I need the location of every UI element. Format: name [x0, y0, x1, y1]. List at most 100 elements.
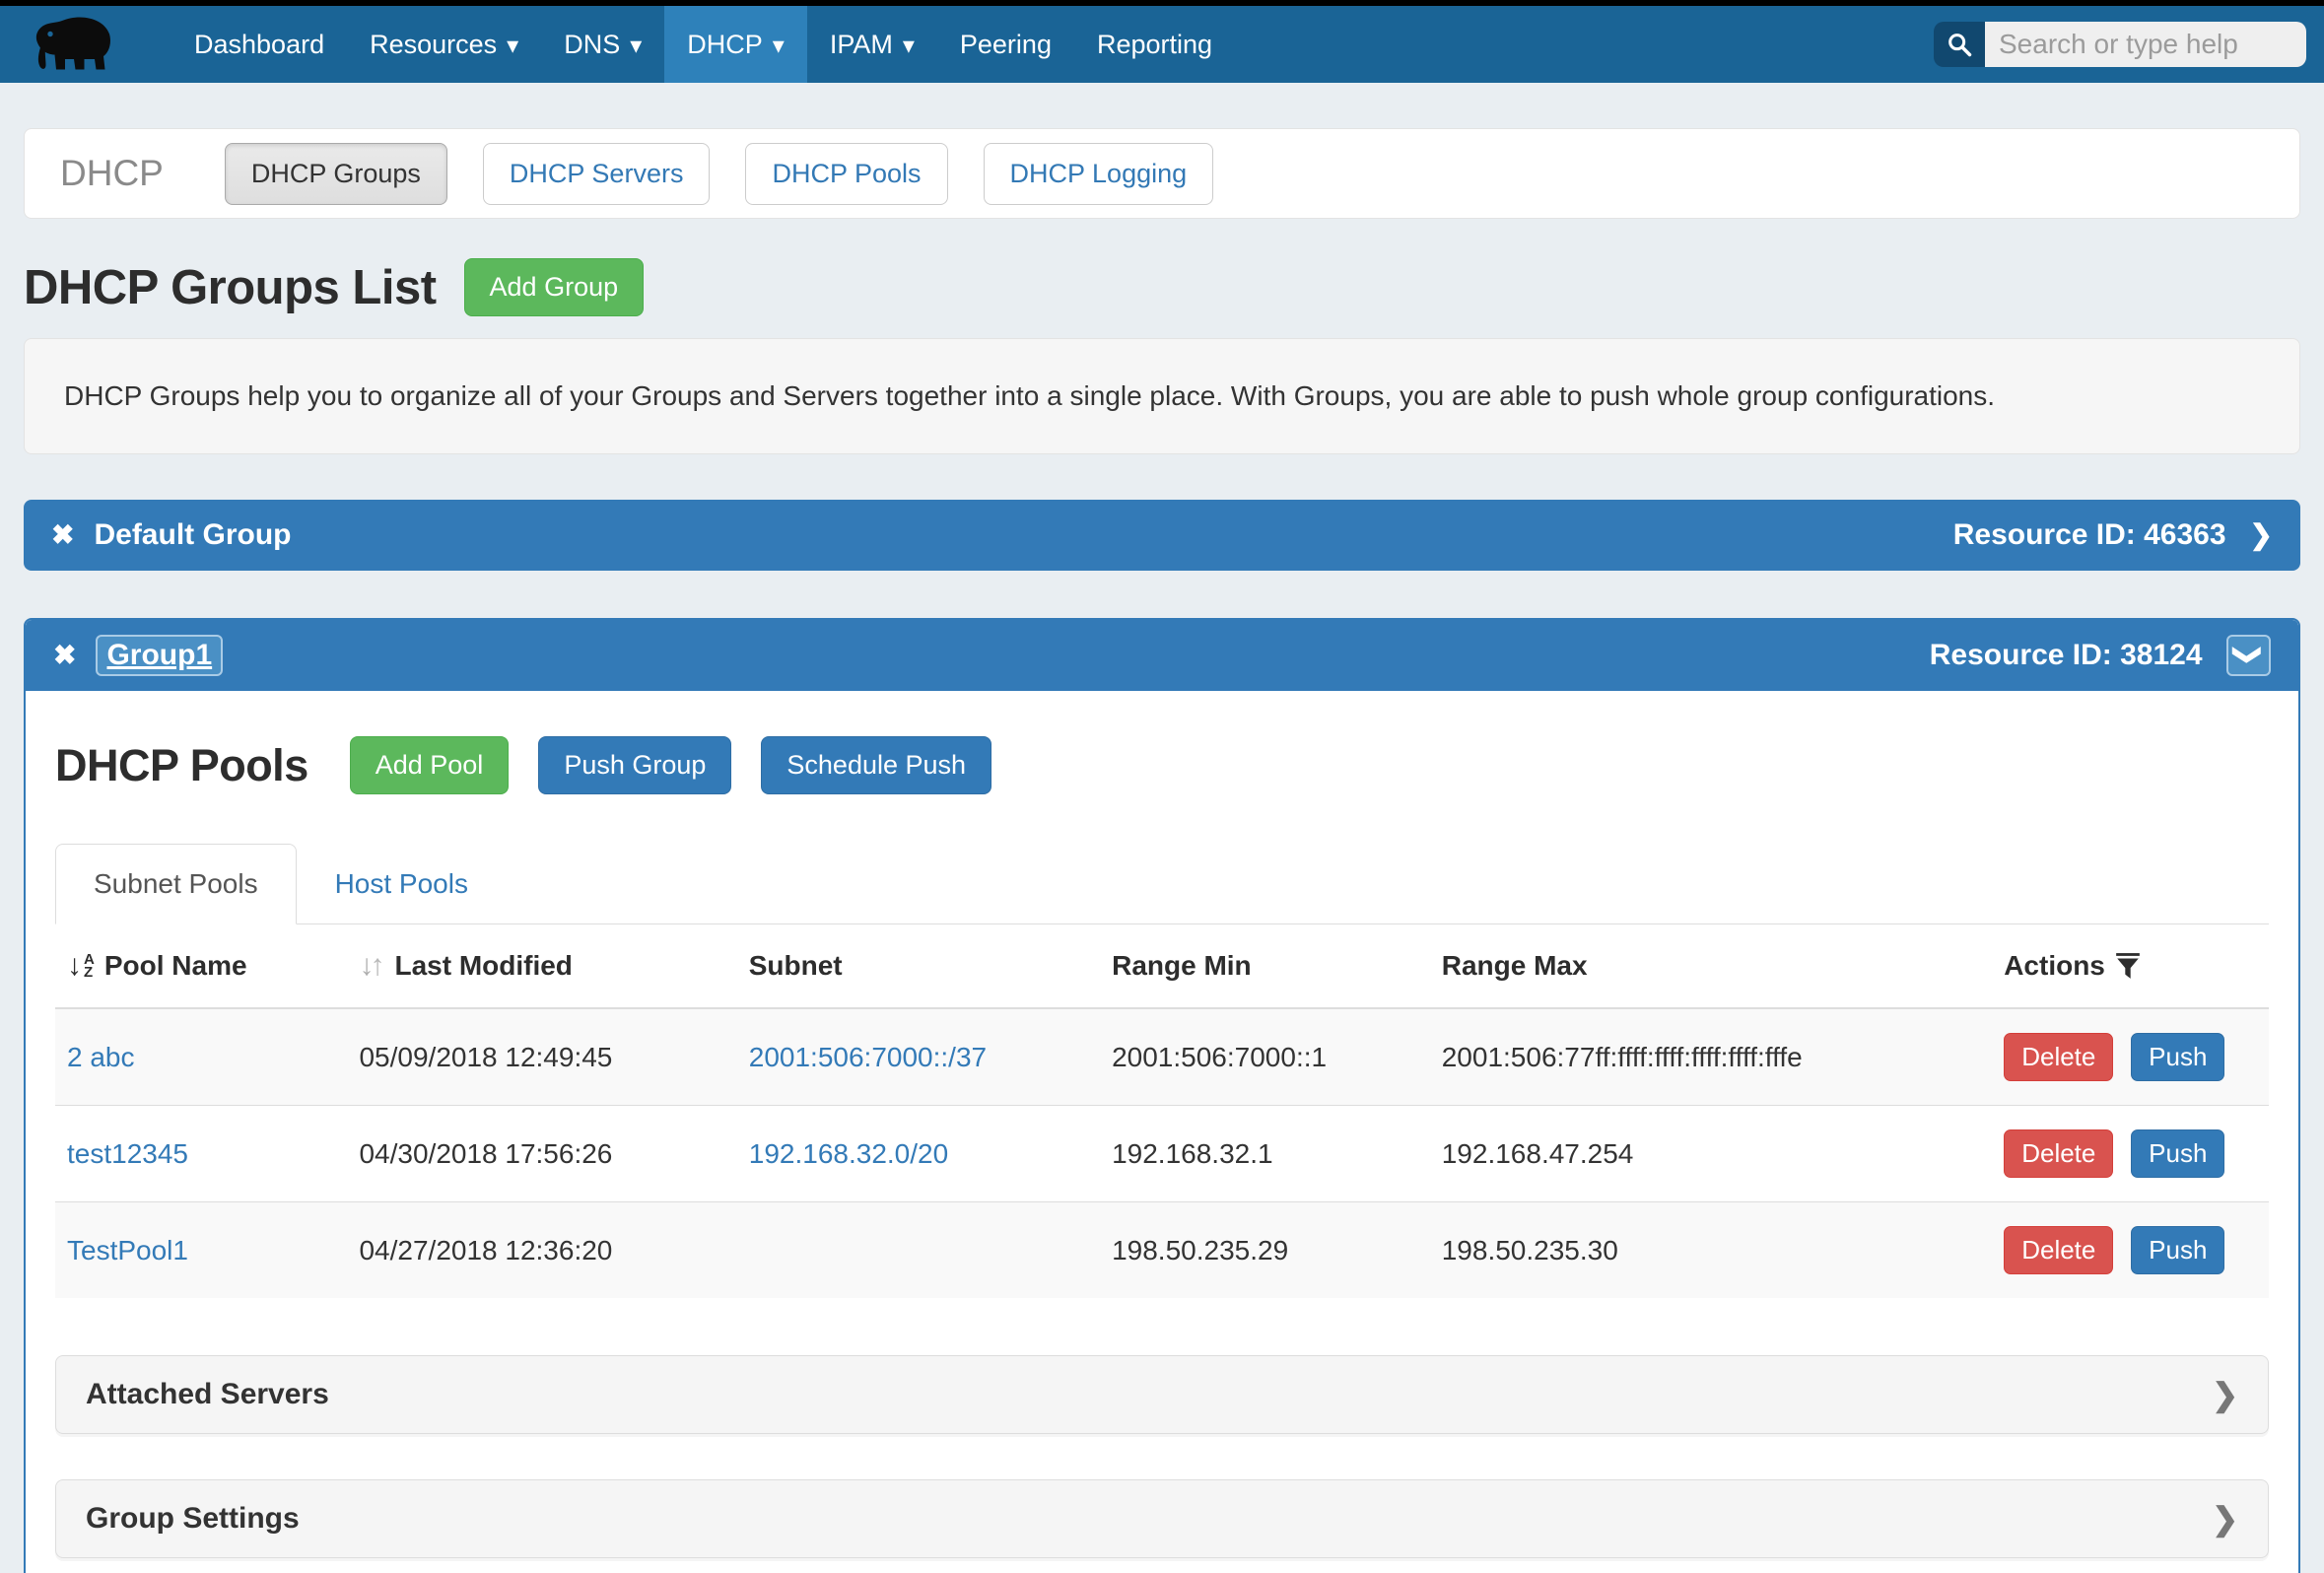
column-header-actions: Actions — [1992, 924, 2269, 1008]
search-icon — [1946, 31, 1973, 58]
pools-title: DHCP Pools — [55, 740, 308, 791]
subnet-link[interactable]: 2001:506:7000::/37 — [749, 1042, 987, 1072]
global-search — [1934, 6, 2306, 83]
delete-pool-button[interactable]: Delete — [2004, 1226, 2113, 1274]
group-name: Default Group — [94, 518, 291, 552]
chevron-right-icon[interactable] — [2250, 518, 2273, 552]
group-panel-group1: Group1 Resource ID: 38124 DHCP Pools Add… — [24, 618, 2300, 1573]
caret-down-icon — [903, 30, 915, 60]
description-text: DHCP Groups help you to organize all of … — [64, 380, 1995, 411]
caret-down-icon — [507, 30, 518, 60]
tab-subnet-pools[interactable]: Subnet Pools — [55, 844, 297, 924]
table-row: TestPool1 04/27/2018 12:36:20 198.50.235… — [55, 1202, 2269, 1299]
delete-group-icon[interactable] — [51, 518, 74, 552]
sort-icon[interactable] — [359, 949, 384, 983]
group-bar-default-group[interactable]: Default Group Resource ID: 46363 — [24, 500, 2300, 571]
group-bar-right: Resource ID: 46363 — [1953, 518, 2273, 552]
push-group-button[interactable]: Push Group — [538, 736, 731, 794]
delete-group-icon[interactable] — [53, 639, 76, 672]
filter-icon[interactable] — [2115, 952, 2141, 980]
search-button[interactable] — [1934, 22, 1985, 67]
caret-down-icon — [630, 30, 642, 60]
nav-item-label: DHCP — [687, 30, 763, 60]
attached-servers-section[interactable]: Attached Servers — [55, 1355, 2269, 1434]
group-name-link[interactable]: Group1 — [106, 639, 212, 671]
subnav-dhcp-groups-button[interactable]: DHCP Groups — [225, 143, 447, 205]
chevron-down-icon[interactable] — [2237, 639, 2260, 672]
subnav-dhcp-servers-button[interactable]: DHCP Servers — [483, 143, 711, 205]
group-bar-left: Default Group — [51, 518, 291, 552]
section-label: Group Settings — [86, 1502, 300, 1536]
subnav-dhcp-logging-button[interactable]: DHCP Logging — [984, 143, 1214, 205]
pools-tabs: Subnet Pools Host Pools — [55, 844, 2269, 924]
chevron-right-icon — [2212, 1500, 2238, 1538]
table-row: test12345 04/30/2018 17:56:26 192.168.32… — [55, 1106, 2269, 1202]
pool-name-link[interactable]: test12345 — [67, 1138, 188, 1169]
table-header-row: A Z Pool Name Last Modified — [55, 924, 2269, 1008]
header-label: Last Modified — [394, 950, 572, 982]
nav-item-resources[interactable]: Resources — [347, 6, 541, 83]
collapsed-sections: Attached Servers Group Settings — [55, 1355, 2269, 1558]
last-modified-cell: 05/09/2018 12:49:45 — [347, 1008, 736, 1106]
section-label: DHCP — [60, 153, 164, 194]
header-label: Actions — [2004, 950, 2105, 982]
subnet-link[interactable]: 192.168.32.0/20 — [749, 1138, 948, 1169]
nav-item-dashboard[interactable]: Dashboard — [171, 6, 347, 83]
push-pool-button[interactable]: Push — [2131, 1033, 2224, 1081]
app-logo[interactable] — [26, 6, 128, 83]
page-content: DHCP DHCP Groups DHCP Servers DHCP Pools… — [0, 128, 2324, 1573]
nav-item-label: Peering — [960, 30, 1052, 60]
range-max-cell: 2001:506:77ff:ffff:ffff:ffff:ffff:fffe — [1430, 1008, 1992, 1106]
search-input[interactable] — [1985, 22, 2306, 67]
caret-down-icon — [773, 30, 785, 60]
header-label: Pool Name — [104, 950, 247, 982]
range-max-cell: 192.168.47.254 — [1430, 1106, 1992, 1202]
subnav-dhcp-pools-button[interactable]: DHCP Pools — [745, 143, 947, 205]
column-header-subnet[interactable]: Subnet — [737, 924, 1100, 1008]
group-settings-section[interactable]: Group Settings — [55, 1479, 2269, 1558]
nav-item-dhcp[interactable]: DHCP — [664, 6, 807, 83]
column-header-pool-name[interactable]: A Z Pool Name — [55, 924, 347, 1008]
tab-host-pools[interactable]: Host Pools — [297, 844, 507, 924]
nav-item-label: Dashboard — [194, 30, 324, 60]
nav-item-label: IPAM — [830, 30, 893, 60]
column-header-range-max[interactable]: Range Max — [1430, 924, 1992, 1008]
add-pool-button[interactable]: Add Pool — [350, 736, 510, 794]
resource-id: Resource ID: 46363 — [1953, 518, 2226, 552]
nav-item-peering[interactable]: Peering — [937, 6, 1074, 83]
delete-pool-button[interactable]: Delete — [2004, 1129, 2113, 1178]
column-header-range-min[interactable]: Range Min — [1100, 924, 1430, 1008]
range-min-cell: 2001:506:7000::1 — [1100, 1008, 1430, 1106]
group-detail-body: DHCP Pools Add Pool Push Group Schedule … — [26, 691, 2298, 1573]
nav-menu: Dashboard Resources DNS DHCP IPAM Peerin… — [171, 6, 1235, 83]
sort-letter: Z — [84, 966, 95, 979]
schedule-push-button[interactable]: Schedule Push — [761, 736, 991, 794]
range-min-cell: 192.168.32.1 — [1100, 1106, 1430, 1202]
column-header-last-modified[interactable]: Last Modified — [347, 924, 736, 1008]
resource-id: Resource ID: 38124 — [1930, 639, 2203, 672]
pool-name-link[interactable]: 2 abc — [67, 1042, 135, 1072]
nav-item-label: DNS — [564, 30, 620, 60]
chevron-right-icon — [2212, 1376, 2238, 1413]
range-min-cell: 198.50.235.29 — [1100, 1202, 1430, 1299]
last-modified-cell: 04/30/2018 17:56:26 — [347, 1106, 736, 1202]
push-pool-button[interactable]: Push — [2131, 1226, 2224, 1274]
mammoth-logo-icon — [26, 15, 128, 74]
push-pool-button[interactable]: Push — [2131, 1129, 2224, 1178]
table-row: 2 abc 05/09/2018 12:49:45 2001:506:7000:… — [55, 1008, 2269, 1106]
nav-item-ipam[interactable]: IPAM — [807, 6, 937, 83]
sort-alpha-asc-icon[interactable]: A Z — [67, 949, 95, 983]
header-label: Range Max — [1442, 950, 1588, 981]
add-group-button[interactable]: Add Group — [464, 258, 645, 316]
page-title: DHCP Groups List — [24, 260, 437, 315]
header-label: Subnet — [749, 950, 843, 981]
description-well: DHCP Groups help you to organize all of … — [24, 338, 2300, 454]
section-label: Attached Servers — [86, 1378, 329, 1411]
delete-pool-button[interactable]: Delete — [2004, 1033, 2113, 1081]
nav-item-dns[interactable]: DNS — [541, 6, 664, 83]
dhcp-subnav: DHCP DHCP Groups DHCP Servers DHCP Pools… — [24, 128, 2300, 219]
pool-name-link[interactable]: TestPool1 — [67, 1235, 188, 1265]
group-bar-group1[interactable]: Group1 Resource ID: 38124 — [26, 620, 2298, 691]
pools-header-row: DHCP Pools Add Pool Push Group Schedule … — [55, 736, 2269, 794]
nav-item-reporting[interactable]: Reporting — [1074, 6, 1235, 83]
